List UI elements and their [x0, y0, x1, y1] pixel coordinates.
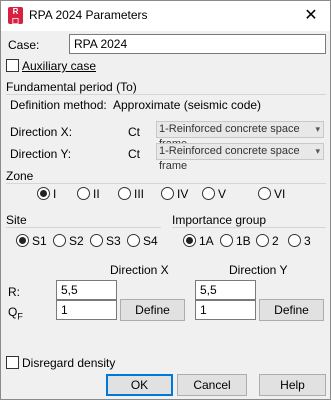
definition-method-value: Approximate (seismic code)	[113, 98, 262, 112]
zone-radio-vi[interactable]	[258, 187, 271, 200]
direction-x-dropdown[interactable]: 1-Reinforced concrete space frame ▾	[156, 121, 324, 150]
importance-radio-label: 1A	[199, 234, 214, 248]
fundamental-period-heading: Fundamental period (To)	[6, 80, 137, 94]
qf-y-input[interactable]: 1	[195, 300, 256, 320]
zone-radio-label: IV	[177, 187, 189, 201]
ct-y-label: Ct	[128, 147, 140, 161]
direction-x-header: Direction X	[110, 263, 169, 277]
case-input[interactable]: RPA 2024	[69, 34, 326, 54]
case-label: Case:	[8, 38, 40, 52]
robot-app-icon: R ☐	[8, 7, 23, 26]
site-radio-label: S2	[69, 234, 84, 248]
disregard-density-checkbox[interactable]	[6, 356, 19, 369]
close-icon[interactable]: ✕	[292, 1, 330, 31]
site-radio-s2[interactable]	[53, 234, 66, 247]
ct-x-label: Ct	[128, 125, 140, 139]
importance-radio-label: 2	[272, 234, 279, 248]
help-button[interactable]: Help	[259, 374, 326, 396]
dialog-window: R ☐ RPA 2024 Parameters ✕ Case: RPA 2024 …	[0, 0, 331, 400]
direction-y-value: 1-Reinforced concrete space frame	[159, 145, 300, 172]
site-radio-label: S3	[106, 234, 121, 248]
zone-radio-label: III	[134, 187, 145, 201]
define-y-button[interactable]: Define	[259, 299, 324, 321]
zone-radio-i[interactable]	[37, 187, 50, 200]
disregard-density-label: Disregard density	[22, 356, 116, 370]
importance-radio-3[interactable]	[288, 234, 301, 247]
importance-radio-1b[interactable]	[220, 234, 233, 247]
direction-x-label: Direction X:	[10, 125, 73, 139]
site-heading: Site	[6, 213, 27, 227]
importance-radio-2[interactable]	[256, 234, 269, 247]
importance-radio-1a[interactable]	[183, 234, 196, 247]
zone-radio-label: II	[93, 187, 100, 201]
r-y-input[interactable]: 5,5	[195, 280, 256, 300]
divider	[172, 227, 326, 228]
direction-y-dropdown[interactable]: 1-Reinforced concrete space frame ▾	[156, 143, 324, 172]
site-radio-s3[interactable]	[90, 234, 103, 247]
r-x-input[interactable]: 5,5	[56, 280, 117, 300]
auxiliary-case-label: Auxiliary case	[22, 59, 97, 73]
site-radio-label: S4	[143, 234, 158, 248]
zone-radio-label: V	[218, 187, 227, 201]
site-radio-s4[interactable]	[127, 234, 140, 247]
qf-x-input[interactable]: 1	[56, 300, 117, 320]
site-radio-label: S1	[32, 234, 47, 248]
direction-y-label: Direction Y:	[10, 147, 72, 161]
zone-radio-v[interactable]	[202, 187, 215, 200]
title-bar: R ☐ RPA 2024 Parameters ✕	[1, 1, 330, 31]
r-label: R:	[8, 285, 20, 299]
site-radio-s1[interactable]	[16, 234, 29, 247]
definition-method-label: Definition method:	[10, 98, 107, 112]
divider	[6, 227, 161, 228]
zone-radio-label: I	[53, 187, 57, 201]
define-x-button[interactable]: Define	[120, 299, 185, 321]
qf-label: QF	[8, 305, 23, 322]
zone-radio-iv[interactable]	[161, 187, 174, 200]
window-title: RPA 2024 Parameters	[29, 8, 148, 22]
divider	[6, 183, 326, 184]
chevron-down-icon: ▾	[315, 146, 320, 156]
cancel-button[interactable]: Cancel	[177, 374, 247, 396]
importance-radio-label: 3	[304, 234, 311, 248]
zone-radio-ii[interactable]	[77, 187, 90, 200]
auxiliary-case-checkbox[interactable]	[6, 59, 19, 72]
importance-group-heading: Importance group	[172, 213, 267, 227]
zone-radio-iii[interactable]	[118, 187, 131, 200]
zone-radio-label: VI	[274, 187, 286, 201]
ok-button[interactable]: OK	[106, 374, 173, 396]
direction-y-header: Direction Y	[229, 263, 288, 277]
importance-radio-label: 1B	[236, 234, 251, 248]
chevron-down-icon: ▾	[315, 124, 320, 134]
zone-heading: Zone	[6, 169, 34, 183]
divider	[6, 94, 326, 95]
